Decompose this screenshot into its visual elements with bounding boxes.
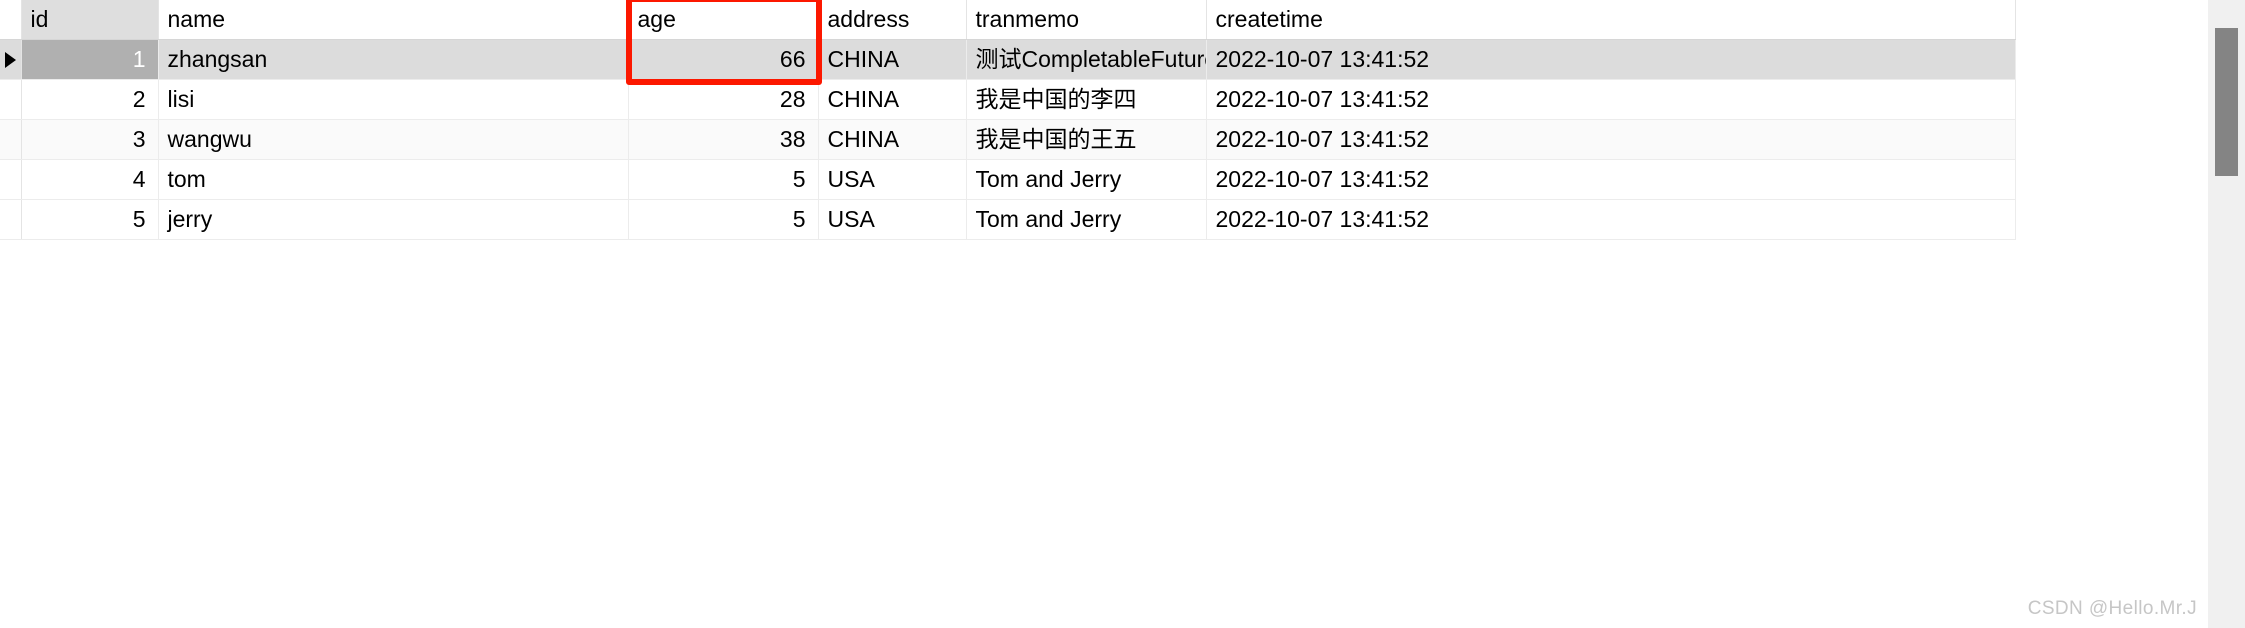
watermark-text: CSDN @Hello.Mr.J xyxy=(2027,598,2197,619)
cell-name[interactable]: lisi xyxy=(158,79,629,120)
cell-age[interactable]: 28 xyxy=(628,79,819,120)
cell-id[interactable]: 1 xyxy=(21,39,159,80)
cell-name[interactable]: zhangsan xyxy=(158,39,629,80)
table-row[interactable]: 2 lisi 28 CHINA 我是中国的李四 2022-10-07 13:41… xyxy=(0,79,2016,120)
row-selector-cell[interactable] xyxy=(0,39,22,80)
row-selector-header xyxy=(0,0,22,40)
table-row[interactable]: 4 tom 5 USA Tom and Jerry 2022-10-07 13:… xyxy=(0,159,2016,200)
table-row[interactable]: 1 zhangsan 66 CHINA 测试CompletableFuture事… xyxy=(0,39,2016,80)
table-header: id name age address tranmemo createtime xyxy=(0,0,2016,40)
cell-tranmemo[interactable]: Tom and Jerry xyxy=(966,199,1207,240)
row-selector-cell[interactable] xyxy=(0,159,22,200)
cell-id[interactable]: 2 xyxy=(21,79,159,120)
cell-createtime[interactable]: 2022-10-07 13:41:52 xyxy=(1206,159,2016,200)
cell-address[interactable]: CHINA xyxy=(818,79,967,120)
row-selector-cell[interactable] xyxy=(0,79,22,120)
cell-age[interactable]: 38 xyxy=(628,119,819,160)
cell-address[interactable]: USA xyxy=(818,159,967,200)
column-header-age[interactable]: age xyxy=(628,0,819,40)
column-header-createtime[interactable]: createtime xyxy=(1206,0,2016,40)
cell-tranmemo[interactable]: Tom and Jerry xyxy=(966,159,1207,200)
column-header-id[interactable]: id xyxy=(21,0,159,40)
cell-address[interactable]: USA xyxy=(818,199,967,240)
vertical-scrollbar[interactable] xyxy=(2208,0,2245,628)
cell-age[interactable]: 66 xyxy=(628,39,819,80)
cell-tranmemo[interactable]: 我是中国的李四 xyxy=(966,79,1207,120)
cell-age[interactable]: 5 xyxy=(628,199,819,240)
header-row: id name age address tranmemo createtime xyxy=(0,0,2016,40)
cell-name[interactable]: jerry xyxy=(158,199,629,240)
data-grid-panel: id name age address tranmemo createtime … xyxy=(0,0,2208,628)
cell-createtime[interactable]: 2022-10-07 13:41:52 xyxy=(1206,79,2016,120)
table-body: 1 zhangsan 66 CHINA 测试CompletableFuture事… xyxy=(0,39,2016,240)
cell-tranmemo[interactable]: 我是中国的王五 xyxy=(966,119,1207,160)
column-header-name[interactable]: name xyxy=(158,0,629,40)
cell-createtime[interactable]: 2022-10-07 13:41:52 xyxy=(1206,39,2016,80)
vertical-scrollbar-thumb[interactable] xyxy=(2215,28,2238,176)
table-row[interactable]: 3 wangwu 38 CHINA 我是中国的王五 2022-10-07 13:… xyxy=(0,119,2016,160)
current-row-marker-icon xyxy=(5,51,16,68)
cell-id[interactable]: 3 xyxy=(21,119,159,160)
cell-id[interactable]: 5 xyxy=(21,199,159,240)
row-selector-cell[interactable] xyxy=(0,119,22,160)
table-row[interactable]: 5 jerry 5 USA Tom and Jerry 2022-10-07 1… xyxy=(0,199,2016,240)
column-header-tranmemo[interactable]: tranmemo xyxy=(966,0,1207,40)
cell-name[interactable]: tom xyxy=(158,159,629,200)
cell-id[interactable]: 4 xyxy=(21,159,159,200)
cell-age[interactable]: 5 xyxy=(628,159,819,200)
results-table: id name age address tranmemo createtime … xyxy=(0,0,2016,240)
cell-createtime[interactable]: 2022-10-07 13:41:52 xyxy=(1206,199,2016,240)
cell-address[interactable]: CHINA xyxy=(818,119,967,160)
column-header-address[interactable]: address xyxy=(818,0,967,40)
cell-tranmemo[interactable]: 测试CompletableFuture事务问题 xyxy=(966,39,1207,80)
cell-createtime[interactable]: 2022-10-07 13:41:52 xyxy=(1206,119,2016,160)
cell-name[interactable]: wangwu xyxy=(158,119,629,160)
cell-address[interactable]: CHINA xyxy=(818,39,967,80)
row-selector-cell[interactable] xyxy=(0,199,22,240)
